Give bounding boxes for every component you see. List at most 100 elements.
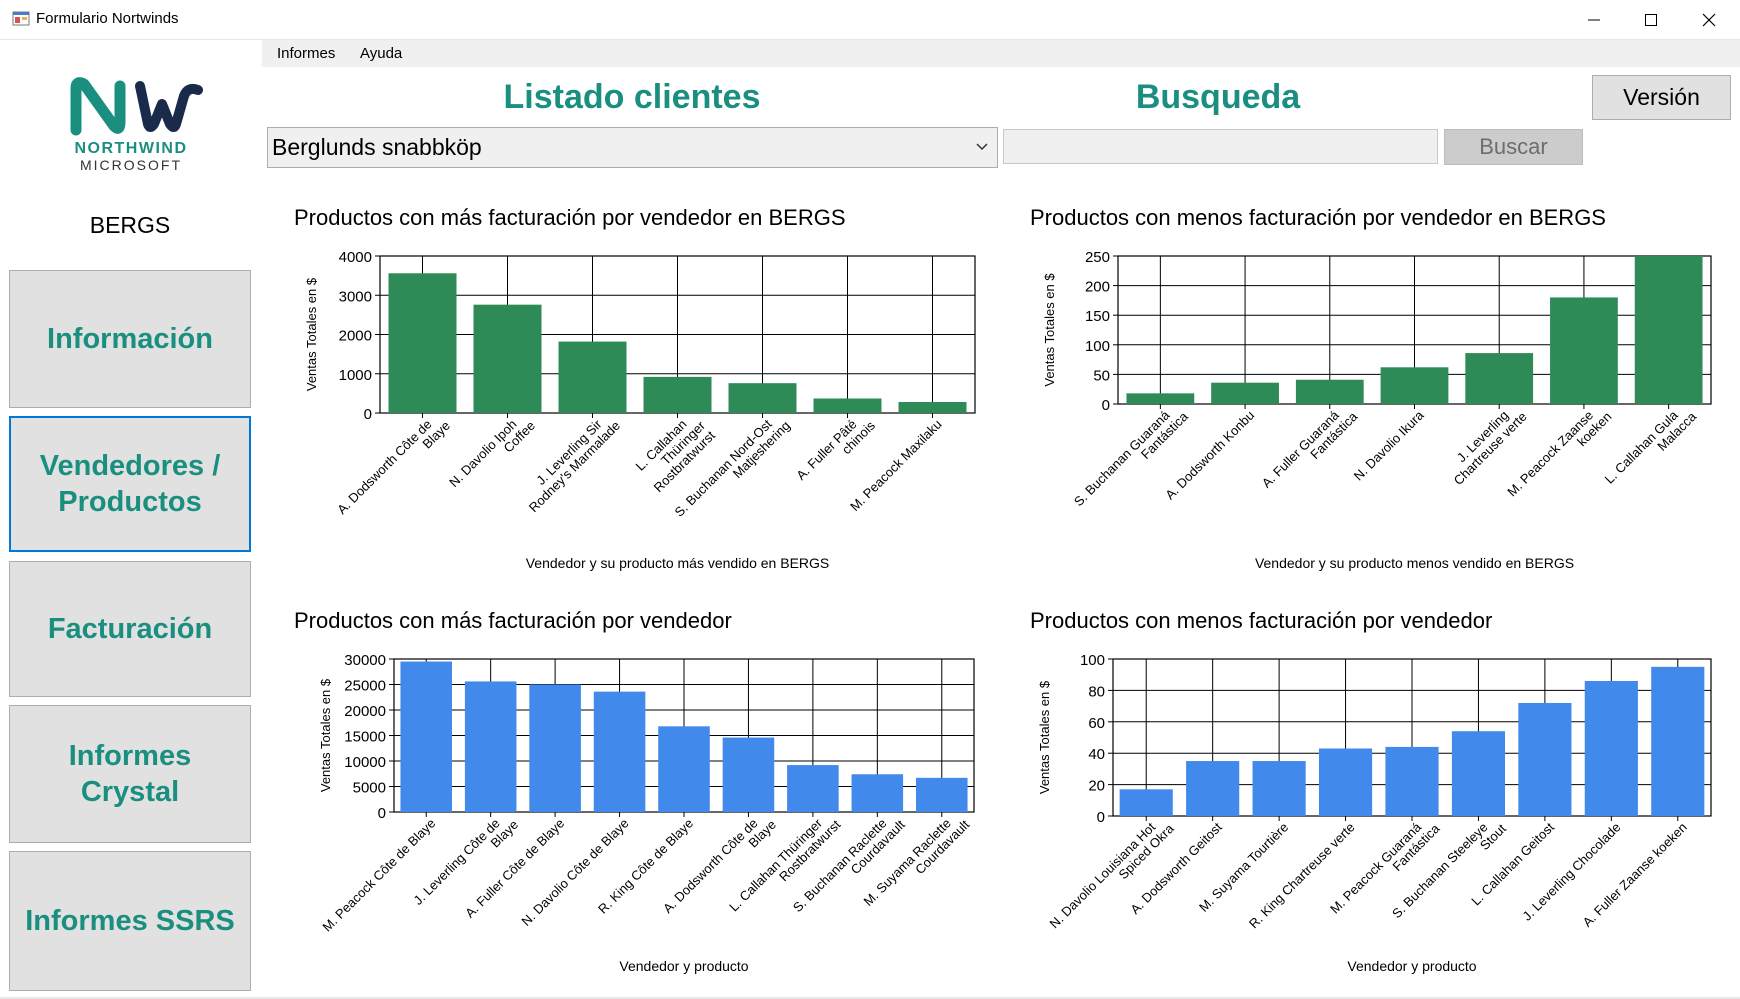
x-tick-text: A. Fuller GuaranáFantástica xyxy=(1259,398,1361,500)
x-tick-text: N. Davolio Ikura xyxy=(1351,407,1428,484)
x-tick-label: N. Davolio Côte de Blaye xyxy=(518,816,631,929)
bar xyxy=(464,681,517,812)
search-input[interactable] xyxy=(1003,129,1438,164)
menu-informes[interactable]: Informes xyxy=(277,45,335,62)
title-bar xyxy=(0,0,1740,40)
bar xyxy=(1380,367,1449,404)
x-tick-text: A. Fuller Pâtéchinois xyxy=(793,408,878,493)
y-tick-label: 80 xyxy=(1088,683,1105,700)
chart-title: Productos con menos facturación por vend… xyxy=(1030,608,1492,633)
y-tick-label: 1000 xyxy=(339,367,372,384)
chart-title: Productos con menos facturación por vend… xyxy=(1030,205,1606,230)
y-tick-label: 60 xyxy=(1088,715,1105,732)
bar xyxy=(1318,748,1373,816)
x-tick-text: M. Peacock Côte de Blaye xyxy=(319,816,438,935)
y-tick-label: 20 xyxy=(1088,778,1105,795)
x-tick-label: J. LeverlingChartreuse verte xyxy=(1441,399,1530,488)
x-tick-label: N. Davolio Ikura xyxy=(1351,407,1428,484)
bar xyxy=(658,726,710,812)
y-tick-label: 5000 xyxy=(353,780,386,797)
bar xyxy=(851,774,904,812)
chart-title: Productos con más facturación por vended… xyxy=(294,205,846,230)
bar xyxy=(400,661,452,812)
chart-bottom-bergs: Productos con menos facturación por vend… xyxy=(1030,205,1712,571)
x-axis-label: Vendedor y producto xyxy=(619,958,748,974)
logo-sub: MICROSOFT xyxy=(80,157,182,173)
bar xyxy=(1550,297,1618,404)
x-tick-label: A. Dodsworth Côte deBlaye xyxy=(334,408,453,527)
informacion-button[interactable]: Información xyxy=(9,270,251,408)
x-axis-label: Vendedor y su producto menos vendido en … xyxy=(1255,555,1574,571)
chart-top-overall: Productos con más facturación por vended… xyxy=(294,608,975,974)
chart-title: Productos con más facturación por vended… xyxy=(294,608,732,633)
maximize-button[interactable] xyxy=(1622,0,1680,39)
chart-top-bergs: Productos con más facturación por vended… xyxy=(294,205,976,571)
facturacion-button[interactable]: Facturación xyxy=(9,561,251,697)
bar xyxy=(1186,761,1240,816)
version-button[interactable]: Versión xyxy=(1592,75,1731,120)
northwind-logo: NORTHWIND MICROSOFT xyxy=(14,68,250,180)
bar xyxy=(1634,256,1703,404)
search-button[interactable]: Buscar xyxy=(1444,129,1583,165)
y-tick-label: 150 xyxy=(1085,308,1110,325)
y-tick-label: 100 xyxy=(1085,338,1110,355)
vendedores-productos-button[interactable]: Vendedores / Productos xyxy=(9,416,251,552)
close-button[interactable] xyxy=(1680,0,1738,39)
bar xyxy=(728,383,797,413)
minimize-button[interactable] xyxy=(1565,0,1623,39)
chart-bottom-overall: Productos con menos facturación por vend… xyxy=(1030,608,1712,974)
x-tick-label: M. Peacock Côte de Blaye xyxy=(319,816,438,935)
bar xyxy=(787,765,839,812)
client-select[interactable]: Berglunds snabbköp xyxy=(267,127,998,168)
menu-bar xyxy=(262,40,1740,67)
logo-name: NORTHWIND xyxy=(74,140,187,157)
x-tick-text: J. LeverlingChartreuse verte xyxy=(1441,399,1530,488)
informes-crystal-button[interactable]: Informes Crystal xyxy=(9,705,251,843)
y-axis-label: Ventas Totales en $ xyxy=(1037,680,1052,794)
bar xyxy=(1584,680,1638,816)
y-tick-label: 200 xyxy=(1085,279,1110,296)
bar xyxy=(643,376,712,413)
chevron-down-icon xyxy=(976,143,988,151)
window-title: Formulario Nortwinds xyxy=(36,10,179,27)
maximize-icon xyxy=(1645,13,1657,26)
y-tick-label: 100 xyxy=(1080,652,1105,669)
y-tick-label: 40 xyxy=(1088,746,1105,763)
bar xyxy=(898,402,967,413)
bar xyxy=(529,684,581,812)
logo-graphic: NORTHWIND MICROSOFT xyxy=(70,77,203,173)
y-axis-label: Ventas Totales en $ xyxy=(304,277,319,391)
x-axis-label: Vendedor y producto xyxy=(1347,958,1476,974)
y-axis-label: Ventas Totales en $ xyxy=(318,678,333,792)
y-tick-label: 20000 xyxy=(344,703,386,720)
bar xyxy=(1451,731,1506,816)
clients-title: Listado clientes xyxy=(503,78,761,116)
informes-ssrs-button[interactable]: Informes SSRS xyxy=(9,851,251,991)
client-code-label: BERGS xyxy=(89,212,171,238)
bar xyxy=(1518,702,1572,816)
x-tick-text: N. Davolio Côte de Blaye xyxy=(518,816,631,929)
bar xyxy=(1126,393,1195,404)
x-tick-text: A. Dodsworth Côte deBlaye xyxy=(334,408,453,527)
x-tick-label: L. Callahan GulaMalacca xyxy=(1602,398,1700,496)
bar xyxy=(1465,353,1534,404)
x-tick-label: N. Davolio IpohCoffee xyxy=(446,417,538,490)
bar xyxy=(1119,789,1173,816)
y-tick-label: 250 xyxy=(1085,249,1110,266)
app-icon xyxy=(12,11,30,26)
x-tick-label: A. Fuller GuaranáFantástica xyxy=(1259,398,1361,500)
bar xyxy=(813,398,882,413)
client-select-value: Berglunds snabbköp xyxy=(272,134,482,160)
x-tick-label: A. Fuller Pâtéchinois xyxy=(793,408,878,493)
minimize-icon xyxy=(1588,19,1600,20)
bar xyxy=(1252,761,1306,816)
y-tick-label: 10000 xyxy=(344,754,386,771)
menu-ayuda[interactable]: Ayuda xyxy=(360,45,402,62)
y-axis-label: Ventas Totales en $ xyxy=(1042,273,1057,387)
bar xyxy=(722,737,775,812)
close-icon xyxy=(1702,13,1716,26)
y-tick-label: 15000 xyxy=(344,729,386,746)
x-tick-text: L. Callahan GulaMalacca xyxy=(1602,398,1700,496)
bar xyxy=(916,777,968,812)
bar xyxy=(1295,379,1364,404)
